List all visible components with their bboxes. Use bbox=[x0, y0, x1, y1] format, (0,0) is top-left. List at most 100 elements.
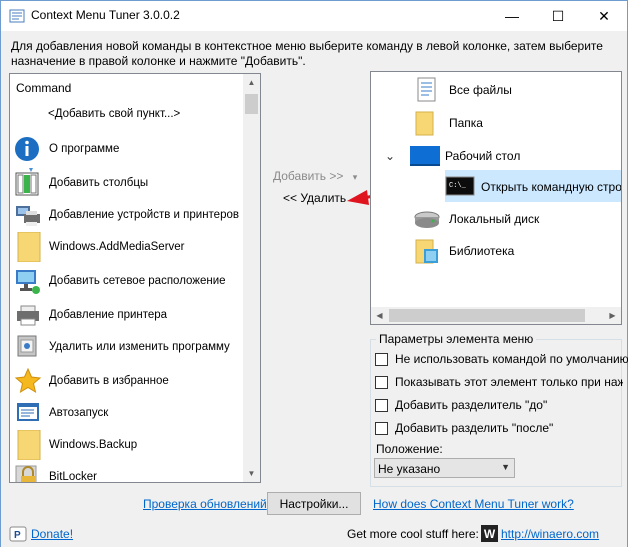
command-list-scrollbar[interactable]: ▲ ▼ bbox=[243, 74, 260, 482]
tree-horizontal-scrollbar[interactable]: ◀ ▶ bbox=[371, 307, 621, 324]
check-updates-link[interactable]: Проверка обновлений bbox=[143, 497, 267, 511]
chevron-down-icon: ▼ bbox=[501, 462, 510, 472]
settings-button[interactable]: Настройки... bbox=[267, 492, 361, 515]
list-item-label: Добавить сетевое расположение bbox=[49, 274, 226, 287]
tree-item-label: Рабочий стол bbox=[445, 149, 521, 163]
tree-item[interactable]: Все файлы bbox=[413, 76, 512, 104]
programs-icon bbox=[14, 332, 42, 362]
remove-button[interactable]: << Удалить bbox=[283, 191, 346, 205]
tree-item-label: Все файлы bbox=[449, 83, 512, 97]
donate-link[interactable]: Donate! bbox=[31, 527, 73, 541]
checkbox-label: Добавить разделитель "до" bbox=[395, 398, 548, 412]
tree-item-label: Папка bbox=[449, 116, 483, 130]
list-item[interactable]: Удалить или изменить программу bbox=[14, 332, 240, 362]
tree-item-selected[interactable]: C:\_ Открыть командную строку bbox=[445, 173, 622, 201]
list-item[interactable]: Добавить в избранное bbox=[14, 366, 240, 396]
more-stuff-text: Get more cool stuff here: bbox=[347, 527, 479, 541]
lock-icon bbox=[14, 462, 42, 482]
list-item[interactable]: Добавление принтера bbox=[14, 300, 240, 330]
checkbox[interactable] bbox=[375, 352, 388, 366]
winaero-logo-icon: W bbox=[481, 525, 498, 542]
checkbox[interactable] bbox=[375, 421, 388, 435]
list-item[interactable]: BitLocker bbox=[14, 462, 240, 483]
columns-icon bbox=[14, 168, 42, 198]
checkbox-label: Показывать этот элемент только при нажат… bbox=[395, 375, 623, 389]
position-label: Положение: bbox=[376, 442, 443, 456]
maximize-button[interactable]: ☐ bbox=[535, 1, 581, 31]
network-location-icon bbox=[14, 266, 42, 296]
expand-chevron-icon[interactable]: ⌄ bbox=[385, 149, 409, 163]
autoplay-icon bbox=[14, 398, 42, 428]
checkbox[interactable] bbox=[375, 398, 388, 412]
list-item[interactable]: Добавить сетевое расположение bbox=[14, 266, 240, 296]
star-icon bbox=[14, 366, 42, 396]
list-item[interactable]: О программе bbox=[14, 134, 240, 164]
checkbox-label: Не использовать командой по умолчанию bbox=[395, 352, 628, 366]
list-item[interactable]: Добавление устройств и принтеров bbox=[14, 200, 240, 230]
app-icon bbox=[9, 9, 25, 23]
svg-text:C:\_: C:\_ bbox=[449, 182, 467, 190]
tree-item-label: Открыть командную строку bbox=[481, 180, 622, 194]
desktop-icon bbox=[409, 142, 440, 170]
file-icon bbox=[413, 76, 441, 104]
add-button-label: Добавить >> bbox=[273, 169, 344, 183]
list-item-label: Удалить или изменить программу bbox=[49, 340, 230, 353]
tree-item[interactable]: Папка bbox=[413, 109, 483, 137]
drive-icon bbox=[413, 205, 441, 233]
folder-icon bbox=[413, 109, 441, 137]
tree-item[interactable]: Локальный диск bbox=[413, 205, 539, 233]
target-tree[interactable]: Все файлы Папка ⌄ Рабочий стол C:\_ Откр… bbox=[370, 71, 622, 325]
library-icon bbox=[413, 237, 441, 265]
scroll-left-icon[interactable]: ◀ bbox=[371, 307, 388, 324]
winaero-link[interactable]: http://winaero.com bbox=[501, 527, 599, 541]
description-text: Для добавления новой команды в контекстн… bbox=[11, 39, 603, 68]
title-bar[interactable]: Context Menu Tuner 3.0.0.2 — ☐ ✕ bbox=[1, 1, 627, 31]
list-item-label: Добавление принтера bbox=[49, 308, 168, 321]
close-button[interactable]: ✕ bbox=[581, 1, 627, 31]
checkbox-row[interactable]: Показывать этот элемент только при нажат… bbox=[375, 375, 623, 389]
list-item[interactable]: Добавить столбцы bbox=[14, 168, 240, 198]
how-works-link[interactable]: How does Context Menu Tuner work? bbox=[373, 497, 574, 511]
list-item[interactable]: Windows.AddMediaServer bbox=[14, 231, 240, 263]
list-item-label: Добавление устройств и принтеров bbox=[49, 208, 239, 221]
command-list-header: Command bbox=[16, 81, 72, 95]
scroll-thumb[interactable] bbox=[245, 94, 258, 114]
checkbox-label: Добавить разделить "после" bbox=[395, 421, 554, 435]
list-item-label: Windows.Backup bbox=[49, 438, 138, 451]
list-item[interactable]: Windows.Backup bbox=[14, 429, 240, 461]
checkbox-row[interactable]: Добавить разделить "после" bbox=[375, 421, 553, 435]
checkbox-row[interactable]: Не использовать командой по умолчанию bbox=[375, 352, 628, 366]
command-list[interactable]: Command <Добавить свой пункт...> О прогр… bbox=[9, 73, 261, 483]
list-item-label: Добавить столбцы bbox=[49, 176, 149, 189]
svg-text:P: P bbox=[14, 530, 21, 541]
scroll-up-icon[interactable]: ▲ bbox=[243, 74, 260, 91]
tree-item[interactable]: ⌄ Рабочий стол bbox=[385, 142, 520, 170]
list-item[interactable]: Автозапуск bbox=[14, 398, 240, 428]
scroll-down-icon[interactable]: ▼ bbox=[243, 465, 260, 482]
list-item-label: Добавить в избранное bbox=[49, 374, 169, 387]
list-item-label: Windows.AddMediaServer bbox=[49, 240, 185, 253]
position-select[interactable]: Не указано ▼ bbox=[374, 458, 515, 478]
devices-printers-icon bbox=[14, 200, 42, 230]
list-item-label: BitLocker bbox=[49, 470, 97, 483]
window-title: Context Menu Tuner 3.0.0.2 bbox=[31, 8, 180, 22]
checkbox-row[interactable]: Добавить разделитель "до" bbox=[375, 398, 547, 412]
list-item-label: <Добавить свой пункт...> bbox=[48, 108, 181, 120]
info-icon bbox=[14, 134, 42, 164]
list-item-label: О программе bbox=[49, 142, 120, 155]
paypal-icon: P bbox=[9, 526, 27, 542]
scroll-right-icon[interactable]: ▶ bbox=[604, 307, 621, 324]
list-item[interactable]: <Добавить свой пункт...> bbox=[14, 108, 240, 121]
folder-icon bbox=[14, 429, 42, 461]
position-select-value: Не указано bbox=[378, 462, 441, 476]
tree-item-label: Локальный диск bbox=[449, 212, 540, 226]
main-window: Context Menu Tuner 3.0.0.2 — ☐ ✕ Для доб… bbox=[0, 0, 628, 547]
checkbox[interactable] bbox=[375, 375, 388, 389]
tree-item[interactable]: Библиотека bbox=[413, 237, 514, 265]
cmd-icon: C:\_ bbox=[445, 173, 475, 201]
minimize-button[interactable]: — bbox=[489, 1, 535, 31]
printer-icon bbox=[14, 300, 42, 330]
tree-item-label: Библиотека bbox=[449, 244, 515, 258]
scroll-thumb[interactable] bbox=[389, 309, 585, 322]
params-legend: Параметры элемента меню bbox=[376, 332, 537, 346]
